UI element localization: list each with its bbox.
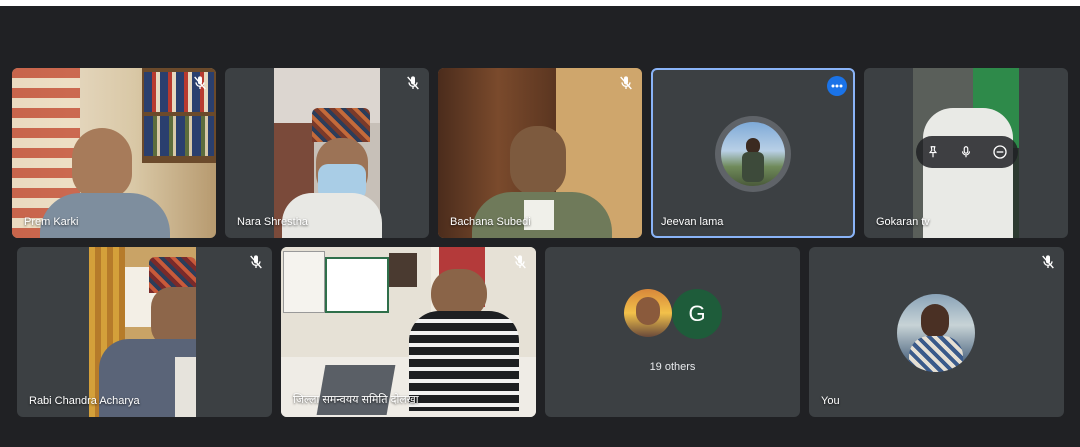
video-feed <box>438 68 642 238</box>
participant-hover-controls <box>916 136 1018 168</box>
participant-name: जिल्ला समन्वयय समिति दोलखा <box>293 394 419 406</box>
top-strip <box>0 0 1080 6</box>
mic-icon[interactable] <box>959 144 973 160</box>
video-feed <box>12 68 216 238</box>
participant-tile-you[interactable]: You <box>809 247 1064 417</box>
others-count-label: 19 others <box>649 361 696 373</box>
participant-tile-others[interactable]: G 19 others <box>545 247 800 417</box>
avatar-initial: G <box>688 301 706 326</box>
mic-off-icon <box>514 255 526 269</box>
video-feed <box>89 247 196 417</box>
participant-tile-rabi-chandra-acharya[interactable]: Rabi Chandra Acharya <box>17 247 272 417</box>
participant-name: Jeevan lama <box>661 216 724 228</box>
video-feed <box>274 68 382 238</box>
participant-tile-gokaran-tv[interactable]: Gokaran tv <box>864 68 1068 238</box>
avatar <box>715 116 791 192</box>
participant-tile-jeevan-lama[interactable]: Jeevan lama <box>651 68 855 238</box>
participant-name: Prem Karki <box>24 216 79 228</box>
meeting-stage: Prem Karki Nara Shrestha Bachana Subedi <box>0 0 1080 447</box>
participant-name: Nara Shrestha <box>237 216 308 228</box>
mic-off-icon <box>620 76 632 90</box>
participant-tile-prem-karki[interactable]: Prem Karki <box>12 68 216 238</box>
minus-circle-icon[interactable] <box>992 144 1008 160</box>
mic-off-icon <box>407 76 419 90</box>
more-options-button[interactable] <box>827 76 847 96</box>
avatar <box>624 289 672 337</box>
mic-off-icon <box>194 76 206 90</box>
avatar-letter: G <box>672 289 722 339</box>
participant-tile-bachana-subedi[interactable]: Bachana Subedi <box>438 68 642 238</box>
participant-tile-nara-shrestha[interactable]: Nara Shrestha <box>225 68 429 238</box>
mic-off-icon <box>1042 255 1054 269</box>
avatar <box>897 294 975 372</box>
pin-icon[interactable] <box>926 144 940 160</box>
participant-name: Gokaran tv <box>876 216 930 228</box>
mic-off-icon <box>250 255 262 269</box>
more-options-icon <box>831 84 843 88</box>
participant-name: Rabi Chandra Acharya <box>29 395 140 407</box>
participant-tile-district-committee[interactable]: जिल्ला समन्वयय समिति दोलखा <box>281 247 536 417</box>
participant-name: You <box>821 395 840 407</box>
participant-name: Bachana Subedi <box>450 216 531 228</box>
